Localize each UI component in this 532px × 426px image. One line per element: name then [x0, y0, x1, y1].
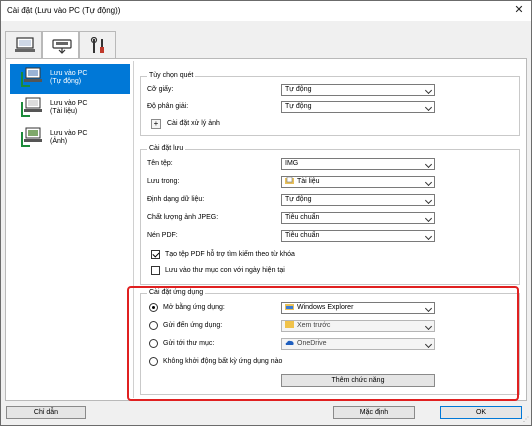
- chevron-down-icon: [424, 160, 433, 169]
- chevron-down-icon: [424, 232, 433, 241]
- jpeg-quality-select[interactable]: Tiêu chuẩn: [281, 212, 435, 224]
- save-in-select[interactable]: Tài liệu: [281, 176, 435, 188]
- paper-size-label: Cỡ giấy:: [147, 86, 174, 93]
- nav-item-save-photo[interactable]: Lưu vào PC (Ảnh): [10, 124, 130, 154]
- scan-options-title: Tùy chọn quét: [147, 72, 196, 79]
- chevron-down-icon: [424, 196, 433, 205]
- chevron-down-icon: [424, 178, 433, 187]
- jpeg-quality-label: Chất lượng ảnh JPEG:: [147, 214, 219, 221]
- save-in-label: Lưu trong:: [147, 178, 180, 185]
- computer-scan-icon: [15, 37, 35, 52]
- tab-scan-from-operation-panel[interactable]: [5, 31, 42, 59]
- data-format-label: Định dạng dữ liệu:: [147, 196, 205, 203]
- save-photo-icon: [21, 127, 42, 147]
- chevron-down-icon: [424, 86, 433, 95]
- subfolder-checkbox[interactable]: [151, 266, 160, 275]
- file-name-label: Tên tệp:: [147, 160, 173, 167]
- nav-item-save-auto[interactable]: Lưu vào PC (Tự động): [10, 64, 130, 94]
- subfolder-label: Lưu vào thư mục con với ngày hiện tại: [165, 267, 285, 274]
- resolution-value: Tự động: [285, 103, 312, 110]
- image-processing-label: Cài đặt xử lý ảnh: [167, 120, 220, 127]
- close-button[interactable]: ✕: [513, 5, 525, 17]
- data-format-select[interactable]: Tự động: [281, 194, 435, 206]
- paper-size-select[interactable]: Tự động: [281, 84, 435, 96]
- scanner-icon: [52, 39, 72, 54]
- searchable-pdf-checkbox[interactable]: [151, 250, 160, 259]
- tab-general-settings[interactable]: [79, 31, 116, 59]
- save-document-icon: [21, 97, 42, 117]
- file-name-value: IMG: [285, 160, 299, 167]
- searchable-pdf-label: Tạo tệp PDF hỗ trợ tìm kiếm theo từ khóa: [165, 251, 295, 258]
- chevron-down-icon: [424, 214, 433, 223]
- nav-item-save-document[interactable]: Lưu vào PC (Tài liệu): [10, 94, 130, 124]
- image-processing-expand-button[interactable]: +: [151, 119, 161, 129]
- title-bar: Cài đặt (Lưu vào PC (Tự động)) ✕: [1, 1, 531, 21]
- file-name-select[interactable]: IMG: [281, 158, 435, 170]
- save-settings-title: Cài đặt lưu: [147, 145, 186, 152]
- documents-folder-icon: [285, 177, 294, 184]
- save-to-pc-icon: [21, 67, 42, 87]
- save-settings-group: Cài đặt lưu Tên tệp: IMG Lưu trong: Tài …: [140, 145, 520, 285]
- resize-grip-icon[interactable]: ⋰: [523, 416, 529, 423]
- nav-label-save-document: Lưu vào PC (Tài liệu): [50, 100, 88, 115]
- pdf-compression-label: Nén PDF:: [147, 232, 178, 239]
- jpeg-quality-value: Tiêu chuẩn: [285, 214, 320, 221]
- pdf-compression-value: Tiêu chuẩn: [285, 232, 320, 239]
- defaults-button[interactable]: Mặc định: [333, 406, 415, 419]
- window-title: Cài đặt (Lưu vào PC (Tự động)): [7, 6, 121, 15]
- pdf-compression-select[interactable]: Tiêu chuẩn: [281, 230, 435, 242]
- resolution-label: Độ phân giải:: [147, 103, 189, 110]
- paper-size-value: Tự động: [285, 86, 312, 93]
- tools-icon: [90, 37, 104, 53]
- ok-button[interactable]: OK: [440, 406, 522, 419]
- data-format-value: Tự động: [285, 196, 312, 203]
- scan-options-group: Tùy chọn quét Cỡ giấy: Tự động Độ phân g…: [140, 72, 520, 136]
- settings-window: Cài đặt (Lưu vào PC (Tự động)) ✕ Lưu vào…: [0, 0, 532, 426]
- resolution-select[interactable]: Tự động: [281, 101, 435, 113]
- nav-label-save-auto: Lưu vào PC (Tự động): [50, 70, 88, 85]
- nav-list: Lưu vào PC (Tự động) Lưu vào PC (Tài liệ…: [8, 61, 130, 398]
- nav-label-save-photo: Lưu vào PC (Ảnh): [50, 130, 88, 145]
- save-in-value: Tài liệu: [297, 178, 320, 185]
- chevron-down-icon: [424, 103, 433, 112]
- tab-scan-to-pc[interactable]: [42, 31, 79, 60]
- instructions-button[interactable]: Chỉ dẫn: [6, 406, 86, 419]
- footer: Chỉ dẫn Mặc định OK ⋰: [1, 401, 531, 425]
- highlight-frame: [127, 286, 519, 401]
